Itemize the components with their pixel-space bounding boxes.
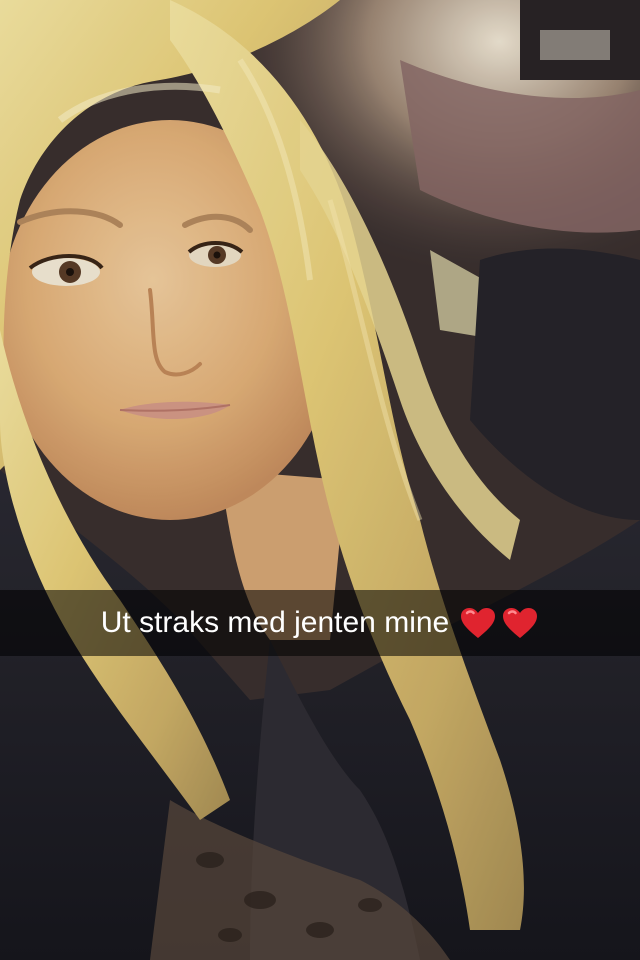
caption-text: Ut straks med jenten mine bbox=[100, 606, 450, 639]
caption-bar: Ut straks med jenten mine bbox=[0, 590, 640, 656]
selfie-photo bbox=[0, 0, 640, 960]
snap-view: Ut straks med jenten mine bbox=[0, 0, 640, 960]
red-heart-icon bbox=[503, 608, 538, 638]
caption-emojis bbox=[459, 590, 539, 656]
red-heart-icon bbox=[461, 608, 496, 638]
